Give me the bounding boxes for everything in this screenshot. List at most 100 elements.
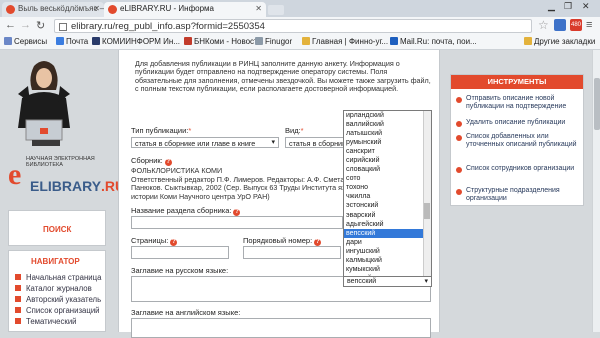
language-option[interactable]: эварский xyxy=(344,211,431,220)
language-option[interactable]: эстонский xyxy=(344,201,431,210)
page: Научная электронная библиотека e ELIBRAR… xyxy=(0,50,592,338)
close-tab-icon[interactable]: ✕ xyxy=(93,4,100,13)
bookmark-star-icon[interactable]: ☆ xyxy=(538,18,549,32)
site-logo[interactable]: ELIBRARY.RU xyxy=(30,178,125,194)
tool-departments[interactable]: Структурные подразделения организации xyxy=(456,187,580,203)
bookmark-finugor[interactable]: Finugor xyxy=(255,37,292,46)
pages-input[interactable] xyxy=(131,246,229,259)
maximize-icon[interactable]: ❐ xyxy=(564,1,572,12)
logo-caption: Научная электронная библиотека xyxy=(26,156,95,168)
forward-icon[interactable]: → xyxy=(20,19,31,31)
bookmark-apps[interactable]: Сервисы xyxy=(4,37,47,46)
chevron-down-icon: ▾ xyxy=(424,278,428,285)
language-option[interactable]: адыгейский xyxy=(344,220,431,229)
bullet-icon xyxy=(456,121,462,127)
title-en-input[interactable] xyxy=(131,318,431,338)
tab-label: Выль веськӧдлӧмъяс — W xyxy=(18,4,104,13)
publication-type-select[interactable]: статья в сборнике или главе в книге ▾ xyxy=(131,137,279,148)
language-dropdown-list[interactable]: ирландский валлийский латышский румынский са… xyxy=(343,110,432,287)
section-name-input[interactable] xyxy=(131,216,343,229)
browser-tab-1[interactable]: Выль веськӧдлӧмъяс — W ✕ xyxy=(2,2,104,17)
language-option[interactable]: словацкий xyxy=(344,165,431,174)
browser-chrome: Выль веськӧдлӧмъяс — W ✕ eLIBRARY.RU - И… xyxy=(0,0,600,50)
page-scroll-thumb[interactable] xyxy=(594,78,600,130)
bookmark-bnkomi[interactable]: БНКоми - Новости xyxy=(184,37,262,46)
toolbar: ← → ↻ elibrary.ru/reg_publ_info.asp?form… xyxy=(0,17,600,35)
nav-item-authors[interactable]: Авторский указатель xyxy=(15,295,101,304)
tab-favicon-icon xyxy=(6,5,15,14)
publication-kind-select[interactable]: статья в сборнике ст xyxy=(285,137,345,148)
navigator-title: НАВИГАТОР xyxy=(31,257,80,266)
tools-panel: ИНСТРУМЕНТЫ Отправить описание новой пуб… xyxy=(450,74,584,206)
bullet-icon xyxy=(456,97,462,103)
bullet-icon xyxy=(456,167,462,173)
bookmarks-bar: Сервисы Почта КОМИИНФОРМ Ин... БНКоми - … xyxy=(0,35,600,50)
left-column: Научная электронная библиотека e ELIBRAR… xyxy=(0,50,125,332)
language-option[interactable]: сото xyxy=(344,174,431,183)
logo-area: Научная электронная библиотека e ELIBRAR… xyxy=(0,50,125,200)
nav-item-organizations[interactable]: Список организаций xyxy=(15,306,100,315)
tool-delete-publication[interactable]: Удалить описание публикации xyxy=(456,119,580,127)
section-name-label: Название раздела сборника:? xyxy=(131,206,241,216)
reload-icon[interactable]: ↻ xyxy=(36,19,45,32)
bookmark-other[interactable]: Другие закладки xyxy=(524,37,595,46)
language-option[interactable]: латышский xyxy=(344,129,431,138)
order-number-input[interactable] xyxy=(243,246,341,259)
language-option[interactable]: валлийский xyxy=(344,120,431,129)
browser-tab-2[interactable]: eLIBRARY.RU - Информа ✕ xyxy=(104,2,266,17)
back-icon[interactable]: ← xyxy=(5,19,16,31)
bookmark-mail[interactable]: Почта xyxy=(56,37,88,46)
bookmark-komiinform[interactable]: КОМИИНФОРМ Ин... xyxy=(92,37,180,46)
order-number-label: Порядковый номер:? xyxy=(243,236,322,246)
close-tab-icon[interactable]: ✕ xyxy=(255,4,262,13)
help-icon: ? xyxy=(164,159,172,166)
bookmark-mailru[interactable]: Mail.Ru: почта, пои... xyxy=(390,37,477,46)
nav-item-thematic[interactable]: Тематический xyxy=(15,317,77,326)
address-bar[interactable]: elibrary.ru/reg_publ_info.asp?formid=255… xyxy=(54,19,532,33)
tool-list-publications[interactable]: Список добавленных или уточненных описан… xyxy=(456,133,580,149)
menu-icon[interactable]: ≡ xyxy=(586,19,592,31)
language-select[interactable]: вепсский ▾ xyxy=(343,276,432,287)
nav-item-journals[interactable]: Каталог журналов xyxy=(15,284,92,293)
page-icon xyxy=(59,23,67,31)
bullet-icon xyxy=(456,135,462,141)
language-option[interactable]: румынский xyxy=(344,138,431,147)
page-scrollbar[interactable] xyxy=(592,50,600,332)
language-option[interactable]: вепсский xyxy=(344,228,431,238)
language-option[interactable]: дари xyxy=(344,238,431,247)
help-icon: ? xyxy=(314,239,322,246)
dropdown-scroll-thumb[interactable] xyxy=(424,203,430,219)
bullet-icon xyxy=(456,189,462,195)
publication-type-label: Тип публикации:* xyxy=(131,126,192,135)
right-column: ИНСТРУМЕНТЫ Отправить описание новой пуб… xyxy=(444,50,592,332)
tab-favicon-icon xyxy=(108,5,117,14)
search-button[interactable]: ПОИСК xyxy=(8,210,106,246)
tool-submit-publication[interactable]: Отправить описание новой публикации на п… xyxy=(456,95,580,111)
language-option[interactable]: чжилла xyxy=(344,192,431,201)
language-option[interactable]: ирландский xyxy=(344,111,431,120)
language-option[interactable]: сирийский xyxy=(344,156,431,165)
notification-badge[interactable]: 480 xyxy=(570,19,582,31)
language-option[interactable]: кумыкский xyxy=(344,265,431,274)
new-tab-button[interactable] xyxy=(268,5,284,15)
woman-with-laptop-image xyxy=(18,61,70,146)
minimize-icon[interactable]: ▁ xyxy=(548,1,555,12)
help-icon: ? xyxy=(170,239,178,246)
pages-label: Страницы:? xyxy=(131,236,178,246)
dropdown-scrollbar[interactable] xyxy=(423,111,431,286)
help-icon: ? xyxy=(233,209,241,216)
tab-strip: Выль веськӧдлӧмъяс — W ✕ eLIBRARY.RU - И… xyxy=(0,0,600,17)
language-option[interactable]: санскрит xyxy=(344,147,431,156)
language-option[interactable]: ингушский xyxy=(344,247,431,256)
close-window-icon[interactable]: ✕ xyxy=(582,1,590,12)
extension-icon[interactable] xyxy=(554,19,566,31)
language-option[interactable]: тохоно xyxy=(344,183,431,192)
bookmark-main[interactable]: Главная | Финно-уг... xyxy=(302,37,388,46)
nav-item-home[interactable]: Начальная страница xyxy=(15,273,101,282)
language-option[interactable]: калмыцкий xyxy=(344,256,431,265)
publication-kind-label: Вид:* xyxy=(285,126,304,135)
tool-list-staff[interactable]: Список сотрудников организации xyxy=(456,165,580,173)
search-label: ПОИСК xyxy=(43,225,72,234)
url-text: elibrary.ru/reg_publ_info.asp?formid=255… xyxy=(71,21,265,32)
tab-label: eLIBRARY.RU - Информа xyxy=(120,4,214,13)
